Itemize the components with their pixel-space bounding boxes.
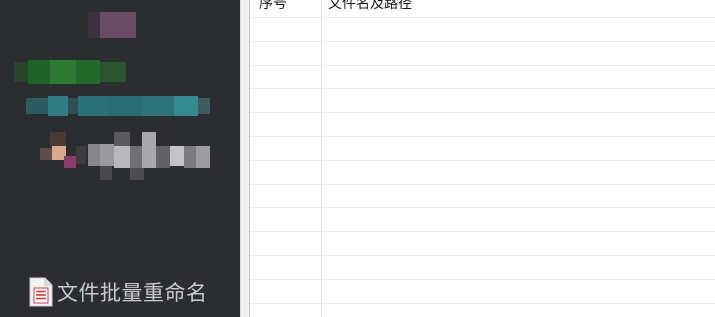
file-table[interactable]: 序号 文件名及路径 bbox=[250, 0, 715, 317]
table-header: 序号 文件名及路径 bbox=[250, 0, 715, 17]
app-window: 文件批量重命名 序号 文件名及路径 bbox=[0, 0, 715, 317]
empty-table-row-line bbox=[250, 136, 715, 137]
app-title: 文件批量重命名 bbox=[28, 276, 208, 308]
column-divider bbox=[321, 0, 322, 317]
column-header-index[interactable]: 序号 bbox=[259, 0, 287, 14]
app-name-label: 文件批量重命名 bbox=[57, 281, 208, 305]
empty-table-row-line bbox=[250, 279, 715, 280]
empty-table-row-line bbox=[250, 303, 715, 304]
empty-table-row-line bbox=[250, 160, 715, 161]
panel-splitter[interactable] bbox=[240, 0, 250, 317]
empty-table-row-line bbox=[250, 41, 715, 42]
empty-table-row-line bbox=[250, 112, 715, 113]
column-header-filepath[interactable]: 文件名及路径 bbox=[328, 0, 412, 14]
empty-table-row-line bbox=[250, 17, 715, 18]
empty-table-row-line bbox=[250, 65, 715, 66]
empty-table-row-line bbox=[250, 184, 715, 185]
obscured-details bbox=[40, 132, 210, 184]
empty-table-row-line bbox=[250, 255, 715, 256]
sidebar: 文件批量重命名 bbox=[0, 0, 240, 317]
empty-table-row-line bbox=[250, 231, 715, 232]
document-icon bbox=[28, 277, 54, 307]
empty-table-row-line bbox=[250, 207, 715, 208]
obscured-avatar bbox=[88, 12, 138, 38]
obscured-account-info bbox=[26, 96, 210, 116]
obscured-username bbox=[14, 60, 126, 84]
empty-table-row-line bbox=[250, 88, 715, 89]
